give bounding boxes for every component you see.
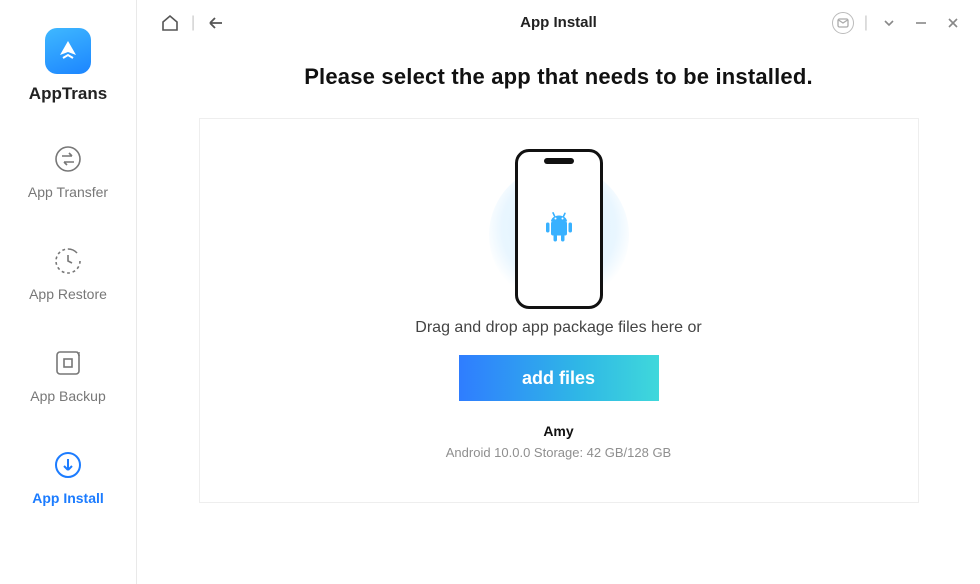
- install-icon: [51, 448, 85, 482]
- sidebar-item-app-backup[interactable]: App Backup: [0, 346, 136, 404]
- sidebar-item-label: App Transfer: [28, 184, 108, 200]
- home-button[interactable]: [159, 12, 181, 34]
- brand: AppTrans: [29, 28, 107, 104]
- brand-logo-icon: [45, 28, 91, 74]
- page-title: App Install: [520, 14, 597, 31]
- dropdown-button[interactable]: [878, 12, 900, 34]
- sidebar: AppTrans App Transfer App Restore: [0, 0, 137, 584]
- sidebar-item-label: App Install: [32, 490, 104, 506]
- sidebar-item-label: App Restore: [29, 286, 107, 302]
- sidebar-item-app-restore[interactable]: App Restore: [0, 244, 136, 302]
- separator: |: [864, 14, 868, 32]
- sidebar-item-label: App Backup: [30, 388, 106, 404]
- device-info: Android 10.0.0 Storage: 42 GB/128 GB: [446, 445, 671, 460]
- backup-icon: [51, 346, 85, 380]
- content: Please select the app that needs to be i…: [137, 46, 980, 584]
- restore-icon: [51, 244, 85, 278]
- topbar: | App Install |: [137, 0, 980, 46]
- phone-icon: [515, 149, 603, 309]
- brand-name: AppTrans: [29, 84, 107, 104]
- add-files-button[interactable]: add files: [459, 355, 659, 401]
- android-icon: [540, 208, 578, 251]
- headline: Please select the app that needs to be i…: [304, 64, 813, 90]
- sidebar-item-app-transfer[interactable]: App Transfer: [0, 142, 136, 200]
- separator: |: [191, 14, 195, 32]
- drop-hint: Drag and drop app package files here or: [415, 319, 701, 337]
- back-button[interactable]: [205, 12, 227, 34]
- transfer-icon: [51, 142, 85, 176]
- device-illustration: [469, 149, 649, 319]
- sidebar-item-app-install[interactable]: App Install: [0, 448, 136, 506]
- feedback-button[interactable]: [832, 12, 854, 34]
- drop-zone[interactable]: Drag and drop app package files here or …: [199, 118, 919, 503]
- main-panel: | App Install |: [137, 0, 980, 584]
- phone-notch-icon: [544, 158, 574, 164]
- device-name: Amy: [543, 423, 573, 439]
- minimize-button[interactable]: [910, 12, 932, 34]
- close-button[interactable]: [942, 12, 964, 34]
